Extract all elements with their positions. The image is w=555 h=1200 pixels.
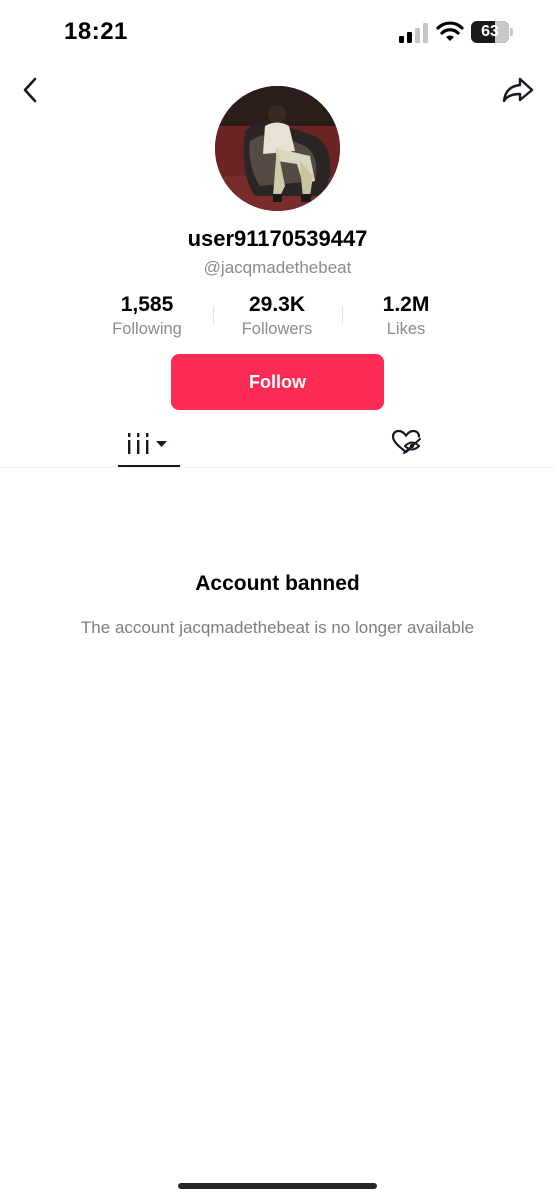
status-time: 18:21	[64, 18, 128, 45]
stat-label: Followers	[241, 320, 313, 338]
caret-down-icon	[156, 441, 167, 447]
home-indicator[interactable]	[178, 1183, 377, 1189]
stat-following[interactable]: 1,585 Following	[82, 292, 212, 339]
follow-button[interactable]: Follow	[171, 354, 384, 410]
tabs-divider	[0, 467, 555, 468]
stat-value: 1.2M	[382, 293, 430, 316]
battery-icon: 63	[471, 21, 513, 43]
banned-title: Account banned	[195, 572, 360, 595]
share-arrow-icon	[502, 77, 534, 103]
back-button[interactable]	[14, 72, 46, 108]
display-name: user91170539447	[187, 226, 368, 251]
hidden-heart-icon	[391, 429, 421, 454]
stat-followers[interactable]: 29.3K Followers	[212, 292, 342, 339]
avatar-photo	[215, 86, 340, 211]
tab-videos[interactable]	[118, 420, 180, 468]
username-handle: @jacqmadethebeat	[203, 258, 352, 277]
stat-value: 1,585	[120, 293, 174, 316]
status-bar: 18:21 63	[0, 0, 555, 66]
chevron-left-icon	[23, 77, 37, 103]
battery-level: 63	[481, 23, 499, 40]
stat-label: Following	[112, 320, 182, 338]
stat-label: Likes	[386, 320, 426, 338]
stat-value: 29.3K	[248, 293, 306, 316]
grid-bars-icon	[128, 433, 167, 454]
avatar[interactable]	[215, 86, 340, 211]
tab-liked[interactable]	[382, 420, 430, 464]
stat-likes[interactable]: 1.2M Likes	[341, 292, 471, 339]
wifi-icon	[436, 21, 464, 41]
banned-message: The account jacqmadethebeat is no longer…	[80, 618, 475, 637]
signal-icon	[399, 23, 428, 43]
share-button[interactable]	[498, 72, 538, 108]
